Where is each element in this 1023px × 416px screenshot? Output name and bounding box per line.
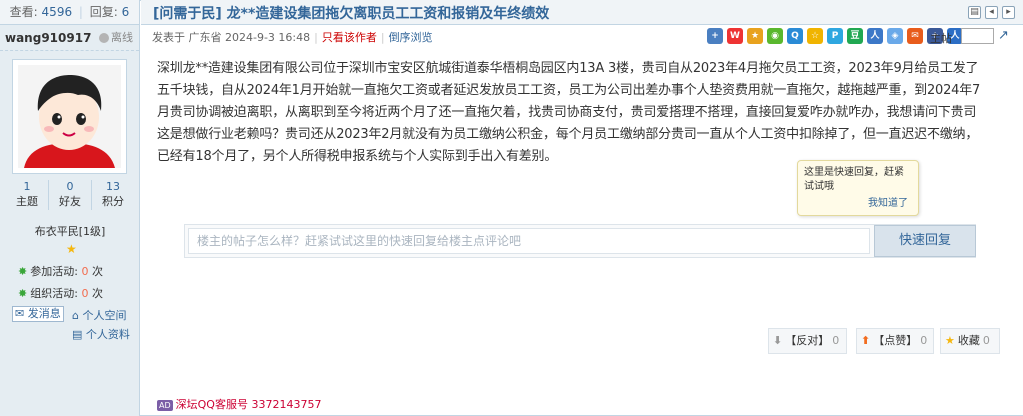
activity-organized-count: 0 [81,287,89,300]
print-icon[interactable]: ▤ [968,6,981,19]
oppose-button[interactable]: ⬇ 【反对】 0 [768,328,847,354]
tooltip-dismiss-link[interactable]: 我知道了 [868,197,908,211]
share-renren-icon[interactable]: 人 [867,28,883,44]
home-icon: ⌂ [72,309,79,322]
share-star-icon[interactable]: ☆ [807,28,823,44]
favorite-label: 收藏 [957,334,980,347]
stat-friends-label: 好友 [59,195,81,208]
online-status-label: 离线 [111,31,133,44]
quick-reply-box: 楼主的帖子怎么样？赶紧试试这里的快速回复给楼主点评论吧 快速回复 [184,224,976,258]
arrow-down-icon: ⬇ [773,334,783,347]
user-rank: 布衣平民[1级] [34,225,106,238]
replies-label: 回复: [89,5,118,19]
title-tools: ▤ ◂ ▸ [968,6,1015,19]
activity-icon: ✸ [18,265,28,278]
send-message-label: 发消息 [27,307,61,320]
next-icon[interactable]: ▸ [1002,6,1015,19]
views-count: 4596 [41,5,73,19]
replies-count: 6 [121,5,130,19]
activity-icon: ✸ [18,287,28,300]
stat-threads-value: 1 [23,180,31,193]
personal-space-label: 个人空间 [82,309,127,322]
share-icons: + W ★ ◉ Q ☆ P 豆 人 ◈ ✉ + 人 [707,28,963,44]
author-stats: 1 主题 0 好友 13 积分 [6,180,134,210]
floor-label: 主帖 [930,32,952,45]
profile-icon: ▤ [72,328,83,341]
favorite-count: 0 [982,334,990,347]
star-icon: ★ [66,242,77,256]
activity-joined-unit: 次 [91,265,103,278]
personal-space-link[interactable]: ⌂ 个人空间 [72,307,126,323]
share-plus-icon[interactable]: + [707,28,723,44]
author-sidebar: 查看: 4596 | 回复: 6 wang910917 离线 1 主题 0 好友… [0,0,140,416]
jump-go-icon[interactable]: ↗ [998,28,1009,43]
stat-friends-value: 0 [66,180,74,193]
post-meta: 发表于 广东省 2024-9-3 16:48 | 只看该作者 | 倒序浏览 [152,31,433,44]
ad-text: 深坛QQ客服号 3372143757 [175,398,322,411]
share-p-icon[interactable]: P [827,28,843,44]
favorite-star-icon: ★ [945,334,955,347]
post-meta-row: 发表于 广东省 2024-9-3 16:48 | 只看该作者 | 倒序浏览 + W ★ … [141,25,1023,47]
personal-profile-label: 个人资料 [85,328,130,341]
stat-threads[interactable]: 1 主题 [6,180,49,210]
like-label: 【点赞】 [873,334,918,347]
stat-threads-label: 主题 [16,195,38,208]
share-mail-icon[interactable]: ✉ [907,28,923,44]
post-title-bar: [问需于民] 龙**造建设集团拖欠离职员工工资和报销及年终绩效 ▤ ◂ ▸ [141,0,1023,25]
post-title: [问需于民] 龙**造建设集团拖欠离职员工工资和报销及年终绩效 [153,6,550,22]
share-qzone-icon[interactable]: ★ [747,28,763,44]
author-header: wang910917 离线 [0,25,139,51]
stat-points-value: 13 [106,180,120,193]
post-date: 发表于 广东省 2024-9-3 16:48 [152,31,311,44]
like-count: 0 [920,334,928,347]
ad-badge: AD [157,399,173,411]
quick-reply-input[interactable]: 楼主的帖子怎么样？赶紧试试这里的快速回复给楼主点评论吧 [188,228,870,254]
stat-points[interactable]: 13 积分 [92,180,134,210]
quick-reply-button[interactable]: 快速回复 [874,225,976,257]
share-qq-icon[interactable]: Q [787,28,803,44]
favorite-button[interactable]: ★ 收藏 0 [940,328,1000,354]
thread-stats: 查看: 4596 | 回复: 6 [0,0,139,25]
message-icon: ✉ [15,307,25,320]
oppose-count: 0 [832,334,840,347]
reverse-order-link[interactable]: 倒序浏览 [389,31,433,44]
personal-profile-link[interactable]: ▤ 个人资料 [72,326,130,342]
share-douban-icon[interactable]: 豆 [847,28,863,44]
share-weibo-icon[interactable]: W [727,28,743,44]
like-button[interactable]: ⬆ 【点赞】 0 [856,328,934,354]
ad-link[interactable]: AD 深坛QQ客服号 3372143757 [157,396,321,412]
share-wechat-icon[interactable]: ◉ [767,28,783,44]
floor-jump-input[interactable] [961,28,994,44]
send-message-button[interactable]: ✉ 发消息 [12,306,64,322]
avatar-cartoon-icon [18,65,121,168]
activity-joined-label: 参加活动: [30,265,78,278]
activity-organized: ✸ 组织活动: 0 次 [18,285,103,301]
oppose-label: 【反对】 [785,334,830,347]
online-status: 离线 [99,25,133,51]
activity-joined: ✸ 参加活动: 0 次 [18,263,103,279]
arrow-up-icon: ⬆ [861,334,871,347]
post-content: 深圳龙**造建设集团有限公司位于深圳市宝安区航城街道泰华梧桐岛园区内13A 3楼… [157,61,981,164]
quick-reply-tooltip: 这里是快速回复，赶紧试试哦 我知道了 [797,160,919,216]
tooltip-text: 这里是快速回复，赶紧试试哦 [804,167,904,192]
author-only-link[interactable]: 只看该作者 [322,31,377,44]
stat-friends[interactable]: 0 好友 [49,180,92,210]
author-name[interactable]: wang910917 [5,31,91,45]
prev-icon[interactable]: ◂ [985,6,998,19]
activity-organized-label: 组织活动: [30,287,78,300]
views-label: 查看: [9,5,38,19]
offline-icon [99,33,109,43]
stat-points-label: 积分 [102,195,124,208]
avatar[interactable] [12,59,127,174]
activity-joined-count: 0 [81,265,89,278]
activity-organized-unit: 次 [91,287,103,300]
share-kaixin-icon[interactable]: ◈ [887,28,903,44]
